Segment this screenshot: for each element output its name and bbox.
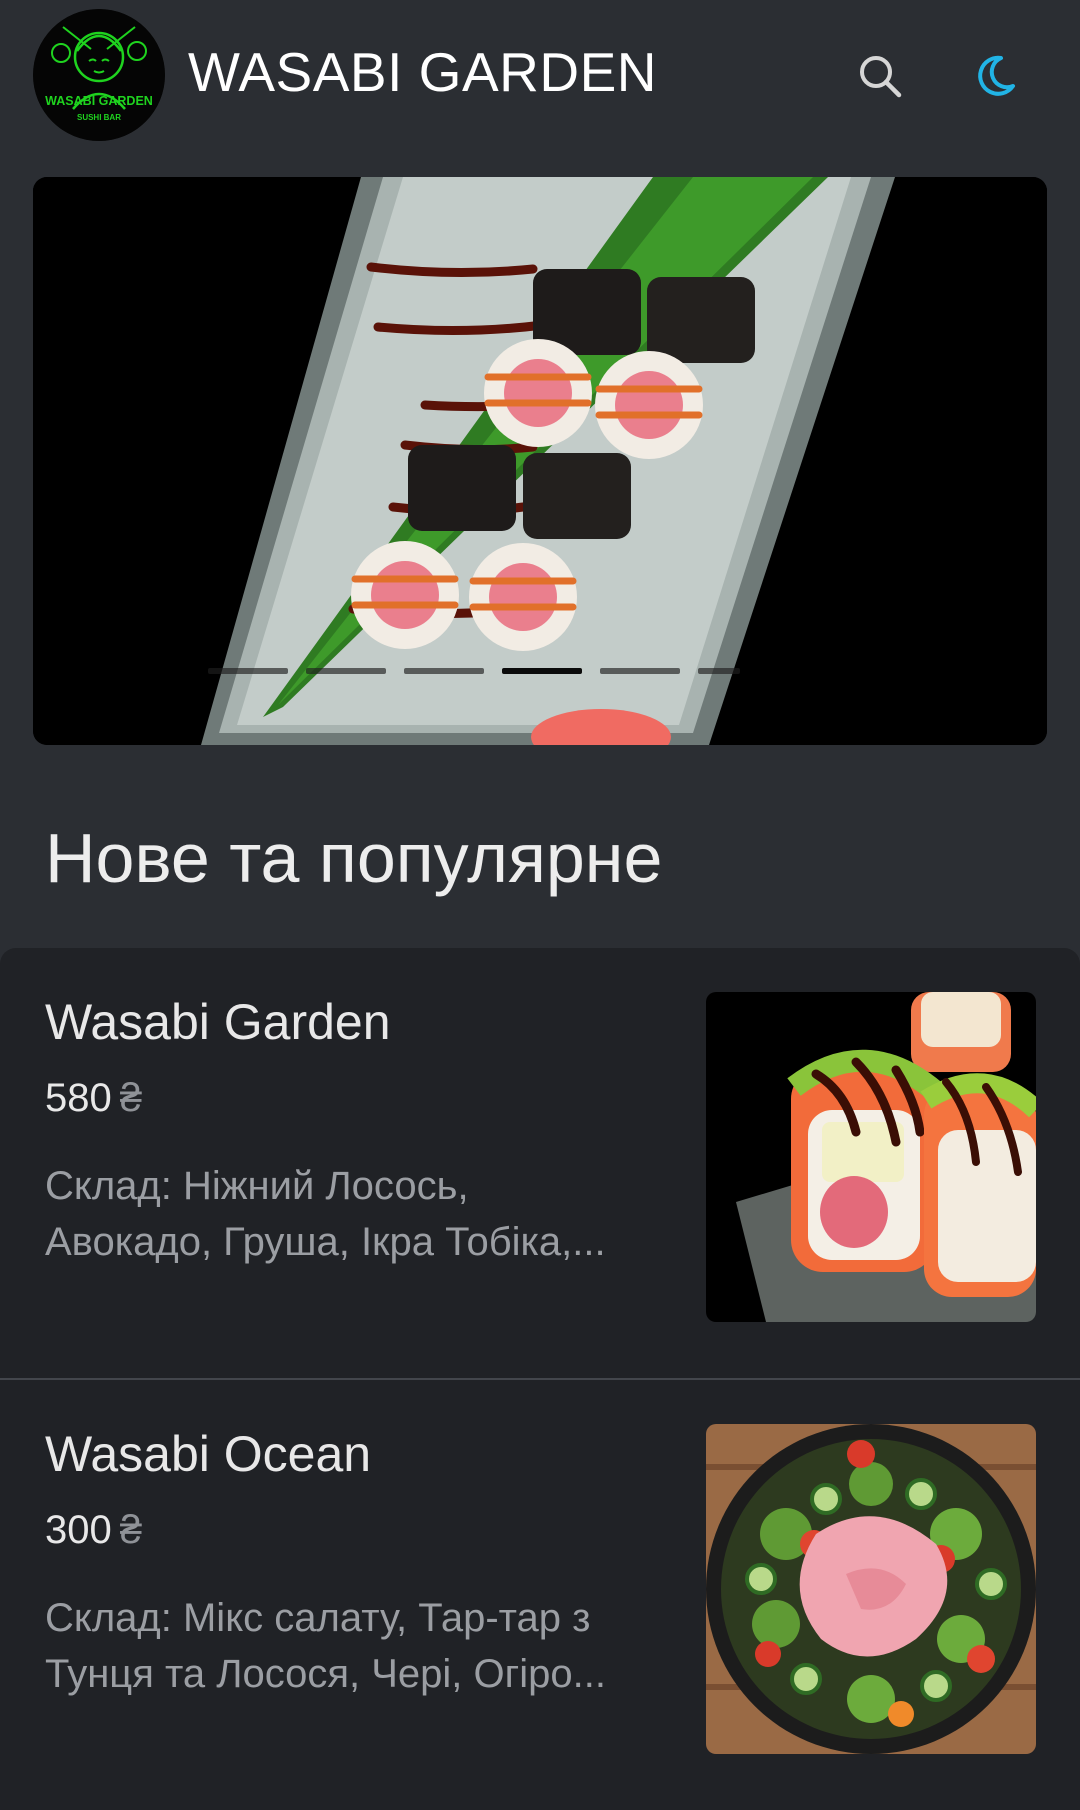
logo-subtext: SUSHI BAR xyxy=(77,113,121,122)
item-image[interactable] xyxy=(706,1424,1036,1754)
carousel-dot[interactable] xyxy=(600,668,680,674)
logo-text: WASABI GARDEN xyxy=(45,94,153,108)
promo-carousel[interactable] xyxy=(33,177,1047,745)
menu-item[interactable]: Wasabi Ocean 300 ₴ Склад: Мікс салату, Та… xyxy=(0,1378,1080,1808)
poke-bowl-photo xyxy=(706,1424,1036,1754)
carousel-indicators xyxy=(208,668,740,674)
item-image[interactable] xyxy=(706,992,1036,1322)
item-price-row: 300 ₴ xyxy=(45,1508,142,1553)
item-price-row: 580 ₴ xyxy=(45,1076,142,1121)
carousel-dot[interactable] xyxy=(306,668,386,674)
carousel-dot[interactable] xyxy=(698,668,740,674)
item-price: 580 xyxy=(45,1076,112,1120)
carousel-dot[interactable] xyxy=(404,668,484,674)
currency-symbol: ₴ xyxy=(119,1508,142,1552)
search-button[interactable] xyxy=(848,44,912,108)
item-description: Склад: Мікс салату, Тар-тар з Тунця та Л… xyxy=(45,1596,606,1696)
section-title: Нове та популярне xyxy=(45,819,663,897)
item-name: Wasabi Garden xyxy=(45,994,391,1050)
salmon-roll-photo xyxy=(706,992,1036,1322)
carousel-dot-active[interactable] xyxy=(502,668,582,674)
item-description: Склад: Ніжний Лосось, Авокадо, Груша, Ік… xyxy=(45,1164,606,1264)
restaurant-logo[interactable]: WASABI GARDEN SUSHI BAR xyxy=(33,9,165,141)
app-header: WASABI GARDEN SUSHI BAR WASABI GARDEN xyxy=(0,0,1080,150)
search-icon xyxy=(860,56,902,98)
geisha-logo-icon: WASABI GARDEN SUSHI BAR xyxy=(33,9,165,141)
moon-icon xyxy=(978,55,1015,96)
carousel-dot[interactable] xyxy=(208,668,288,674)
menu-item[interactable]: Wasabi Garden 580 ₴ Склад: Ніжний Лосось,… xyxy=(0,948,1080,1378)
theme-toggle-button[interactable] xyxy=(963,44,1027,108)
sushi-rolls-banner-image xyxy=(33,177,1047,745)
item-name: Wasabi Ocean xyxy=(45,1426,372,1482)
menu-list: Wasabi Garden 580 ₴ Склад: Ніжний Лосось,… xyxy=(0,948,1080,1810)
currency-symbol: ₴ xyxy=(119,1076,142,1120)
app-title: WASABI GARDEN xyxy=(188,41,657,103)
item-price: 300 xyxy=(45,1508,112,1552)
